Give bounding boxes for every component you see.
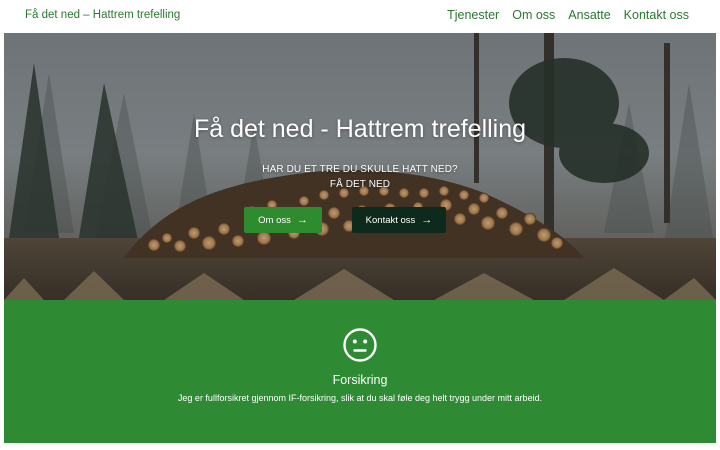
kontakt-oss-button-label: Kontakt oss: [365, 214, 416, 226]
hero-content: Få det ned - Hattrem trefelling HAR DU E…: [4, 33, 716, 300]
nav-links: Tjenester Om oss Ansatte Kontakt oss: [447, 8, 689, 22]
nav-link-om-oss[interactable]: Om oss: [512, 8, 555, 22]
brand-link[interactable]: Få det ned – Hattrem trefelling: [25, 9, 180, 21]
nav-link-ansatte[interactable]: Ansatte: [568, 8, 610, 22]
navbar: Få det ned – Hattrem trefelling Tjeneste…: [0, 0, 720, 33]
smiley-icon: [343, 328, 377, 362]
feature-text: Jeg er fullforsikret gjennom IF-forsikri…: [177, 393, 543, 403]
hero-subtitle-line-1: HAR DU ET TRE DU SKULLE HATT NED?: [262, 164, 458, 175]
nav-link-kontakt-oss[interactable]: Kontakt oss: [624, 8, 689, 22]
om-oss-button-label: Om oss: [258, 214, 291, 226]
kontakt-oss-button[interactable]: Kontakt oss →: [352, 207, 446, 233]
feature-section: Forsikring Jeg er fullforsikret gjennom …: [4, 300, 716, 443]
arrow-right-icon: →: [421, 213, 433, 226]
hero-section: Få det ned - Hattrem trefelling HAR DU E…: [4, 33, 716, 300]
om-oss-button[interactable]: Om oss →: [244, 207, 322, 233]
feature-title: Forsikring: [332, 373, 388, 387]
nav-link-tjenester[interactable]: Tjenester: [447, 8, 499, 22]
hero-subtitle-line-2: FÅ DET NED: [329, 179, 391, 190]
arrow-right-icon: →: [296, 213, 308, 226]
hero-title: Få det ned - Hattrem trefelling: [193, 115, 527, 143]
